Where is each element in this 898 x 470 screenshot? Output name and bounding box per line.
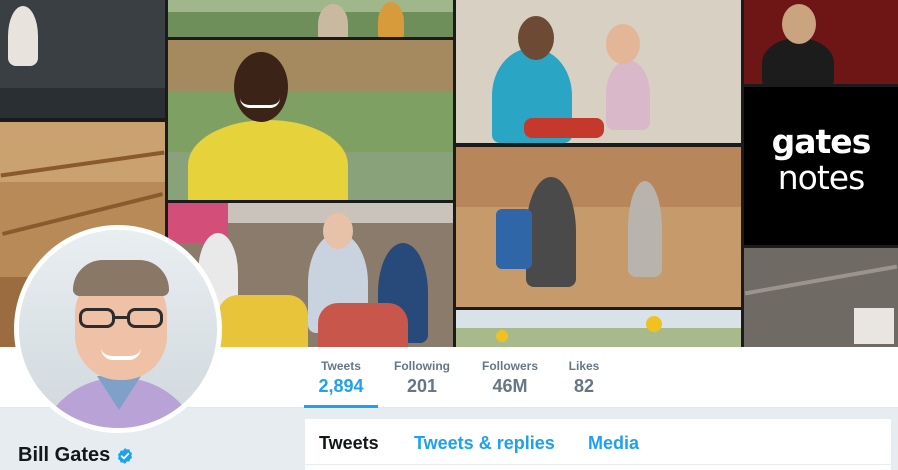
header-photo-tile	[744, 0, 898, 84]
tab-tweets-and-replies[interactable]: Tweets & replies	[414, 433, 555, 454]
header-photo-tile	[0, 0, 165, 118]
stat-followers[interactable]: Followers 46M	[472, 347, 548, 408]
header-photo-tile	[168, 40, 453, 200]
header-photo-tile	[456, 0, 741, 143]
avatar[interactable]	[14, 225, 222, 433]
stat-value: 46M	[492, 376, 528, 396]
header-photo-tile	[744, 248, 898, 347]
profile-name[interactable]: Bill Gates	[18, 444, 110, 467]
verified-badge-icon	[118, 447, 133, 464]
header-photo-tile	[168, 0, 453, 37]
logo-line1: gates	[771, 122, 872, 161]
tab-media[interactable]: Media	[588, 433, 639, 454]
logo-line2: notes	[777, 158, 866, 197]
profile-name-row: Bill Gates	[18, 444, 134, 467]
stat-following[interactable]: Following 201	[384, 347, 460, 408]
stat-likes[interactable]: Likes 82	[556, 347, 612, 408]
stat-tweets[interactable]: Tweets 2,894	[304, 347, 378, 408]
stat-value: 201	[406, 376, 438, 396]
tabs-divider	[305, 464, 891, 465]
stat-label: Followers	[481, 359, 538, 373]
stat-label: Following	[394, 359, 450, 373]
header-photo-tile	[456, 310, 741, 347]
stat-value: 82	[573, 376, 595, 396]
stat-label: Likes	[568, 359, 600, 373]
tab-tweets[interactable]: Tweets	[319, 433, 379, 454]
gates-notes-logo: gates notes	[744, 87, 898, 245]
timeline-tabs: Tweets Tweets & replies Media	[304, 418, 892, 470]
stat-value: 2,894	[318, 376, 364, 396]
header-photo-tile	[456, 147, 741, 307]
stat-label: Tweets	[321, 359, 361, 373]
